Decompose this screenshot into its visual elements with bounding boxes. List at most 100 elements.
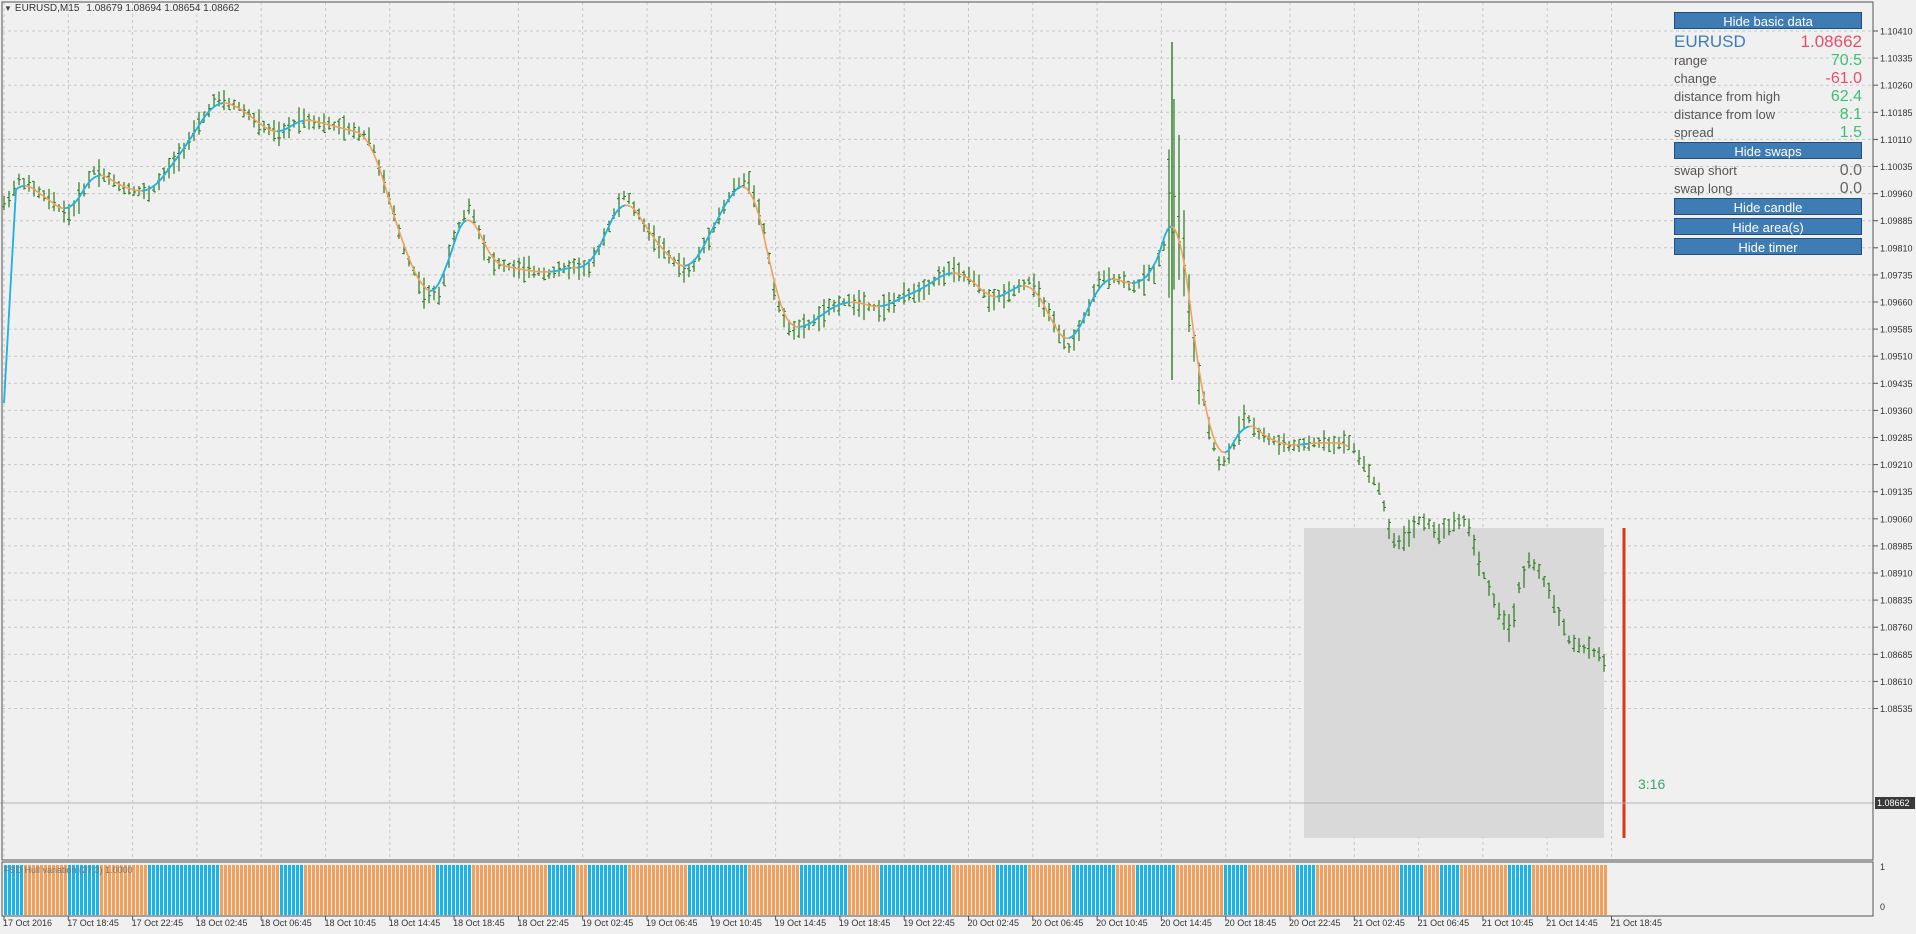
indicator-bar [1464,865,1467,915]
hull-up-segment [843,301,848,305]
indicator-bar [476,865,479,915]
indicator-bar [1436,865,1439,915]
hide-areas-button[interactable]: Hide area(s) [1674,218,1862,235]
hull-up-segment [621,204,626,208]
spread-value: 1.5 [1839,124,1862,141]
indicator-bar [680,865,683,915]
indicator-bar [588,865,591,915]
indicator-bar [436,865,439,915]
hull-up-segment [66,205,71,209]
indicator-bar [684,865,687,915]
indicator-bar [1128,865,1131,915]
indicator-bar [404,865,407,915]
indicator-bar [1440,865,1443,915]
indicator-bar [1096,865,1099,915]
hull-up-segment [882,304,887,307]
hide-timer-button[interactable]: Hide timer [1674,238,1862,255]
indicator-bar [1392,865,1395,915]
indicator-bar [892,865,895,915]
price-label: 1.10185 [1880,108,1913,118]
indicator-bar [1000,865,1003,915]
indicator-bar [1540,865,1543,915]
indicator-bar [656,865,659,915]
indicator-bar [1488,865,1491,915]
indicator-bar [568,865,571,915]
hide-swaps-button[interactable]: Hide swaps [1674,142,1862,159]
indicator-bar [1288,865,1291,915]
indicator-bar [1264,865,1267,915]
indicator-bar [420,865,423,915]
indicator-bar [1452,865,1455,915]
indicator-bar [1256,865,1259,915]
indicator-bar [1512,865,1515,915]
indicator-bar [196,865,199,915]
indicator-bar [936,865,939,915]
indicator-bar [1508,865,1511,915]
indicator-bar [640,865,643,915]
indicator-bar [1340,865,1343,915]
indicator-bar [628,865,631,915]
indicator-bar [1152,865,1155,915]
indicator-bar [528,865,531,915]
time-label: 18 Oct 18:45 [453,918,505,928]
indicator-bar [140,865,143,915]
hull-up-segment [738,185,743,189]
indicator-bar [836,865,839,915]
indicator-bar [1388,865,1391,915]
indicator-bar [1108,865,1111,915]
indicator-bar [364,865,367,915]
indicator-bar [448,865,451,915]
indicator-bar [492,865,495,915]
indicator-bar [1500,865,1503,915]
indicator-bar [1180,865,1183,915]
indicator-bar [888,865,891,915]
hide-basic-data-button[interactable]: Hide basic data [1674,12,1862,29]
indicator-bar [1480,865,1483,915]
time-label: 17 Oct 22:45 [132,918,184,928]
indicator-bar [964,865,967,915]
indicator-bar [272,865,275,915]
indicator-bar [1604,865,1607,915]
indicator-bar [584,865,587,915]
indicator-bar [384,865,387,915]
indicator-bar [884,865,887,915]
indicator-bar [348,865,351,915]
indicator-bar [872,865,875,915]
indicator-bar [856,865,859,915]
ohlc-values: 1.08679 1.08694 1.08654 1.08662 [86,3,240,14]
chevron-down-icon[interactable]: ▼ [4,4,12,13]
indicator-bar [804,865,807,915]
indicator-bar [772,865,775,915]
price-label: 1.09135 [1880,487,1913,497]
price-label: 1.09360 [1880,406,1913,416]
indicator-bar [1008,865,1011,915]
indicator-bar [1580,865,1583,915]
hull-up-segment [996,295,1001,298]
hide-candle-button[interactable]: Hide candle [1674,198,1862,215]
indicator-bar [620,865,623,915]
spread-label: spread [1674,125,1714,140]
indicator-bar [636,865,639,915]
chart-window[interactable]: 1.10410 1.10335 1.10260 1.10185 1.10110 1.100… [0,0,1916,934]
indicator-bar [648,865,651,915]
indicator-bar [708,865,711,915]
indicator-bar [172,865,175,915]
indicator-bar [784,865,787,915]
indicator-bar [720,865,723,915]
price-label: 1.08685 [1880,650,1913,660]
price-chart[interactable]: 1.10410 1.10335 1.10260 1.10185 1.10110 1.100… [0,0,1916,934]
indicator-bar [380,865,383,915]
indicator-bar [1412,865,1415,915]
indicator-bar [520,865,523,915]
price-label: 1.09060 [1880,514,1913,524]
indicator-bar [900,865,903,915]
spread-row: spread 1.5 [1672,124,1864,142]
indicator-bar [952,865,955,915]
indicator-bar [1204,865,1207,915]
hull-up-segment [801,324,806,328]
indicator-bar [1576,865,1579,915]
indicator-bar [1384,865,1387,915]
indicator-bar [860,865,863,915]
indicator-bar [1184,865,1187,915]
indicator-bar [960,865,963,915]
